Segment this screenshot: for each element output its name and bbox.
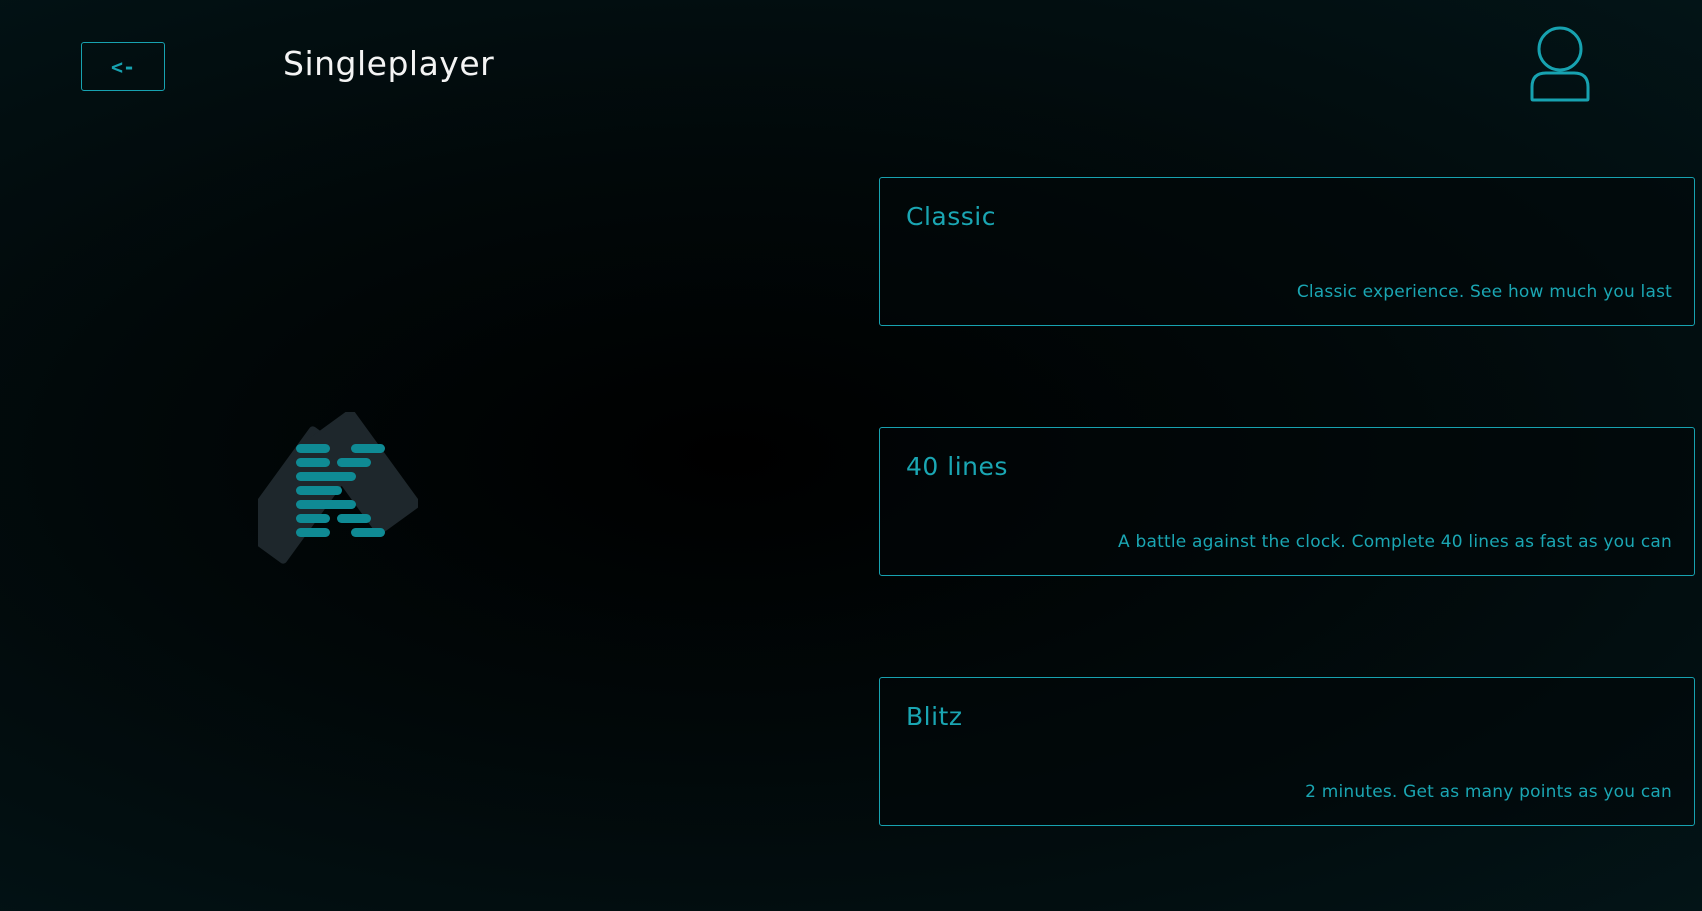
app-logo [237,409,421,582]
mode-card-40-lines[interactable]: 40 lines A battle against the clock. Com… [879,427,1695,576]
mode-title: 40 lines [906,452,1008,481]
page-title: Singleplayer [283,44,495,83]
mode-description: A battle against the clock. Complete 40 … [1118,532,1672,552]
user-icon [1530,26,1590,102]
mode-title: Blitz [906,702,963,731]
mode-description: Classic experience. See how much you las… [1296,282,1672,302]
mode-card-blitz[interactable]: Blitz 2 minutes. Get as many points as y… [879,677,1695,826]
tetris-logo-icon [237,409,421,564]
profile-button[interactable] [1526,25,1594,103]
back-button[interactable]: <- [81,42,165,91]
mode-title: Classic [906,202,996,231]
mode-card-classic[interactable]: Classic Classic experience. See how much… [879,177,1695,326]
mode-description: 2 minutes. Get as many points as you can [1305,782,1672,802]
